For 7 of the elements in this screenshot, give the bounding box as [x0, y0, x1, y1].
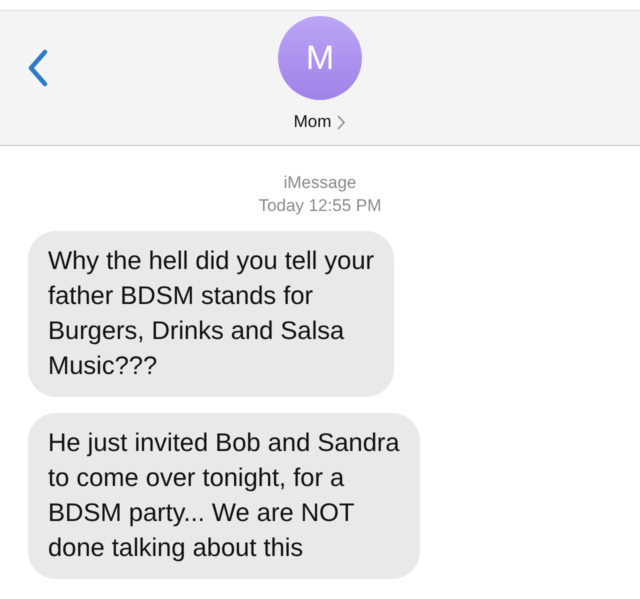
- contact-name[interactable]: Mom: [294, 112, 332, 132]
- chevron-icon: [337, 114, 346, 130]
- back-icon[interactable]: [27, 49, 49, 87]
- message-bubble: Why the hell did you tell your father BDSM stands for Burgers, Drinks and Salsa Music???: [28, 231, 394, 397]
- service-label: iMessage: [284, 172, 356, 194]
- message-bubble: He just invited Bob and Sandra to come over tonight, for a BDSM party... We are NOT done talking about this: [28, 413, 420, 579]
- timestamp: Today 12:55 PM: [258, 195, 382, 217]
